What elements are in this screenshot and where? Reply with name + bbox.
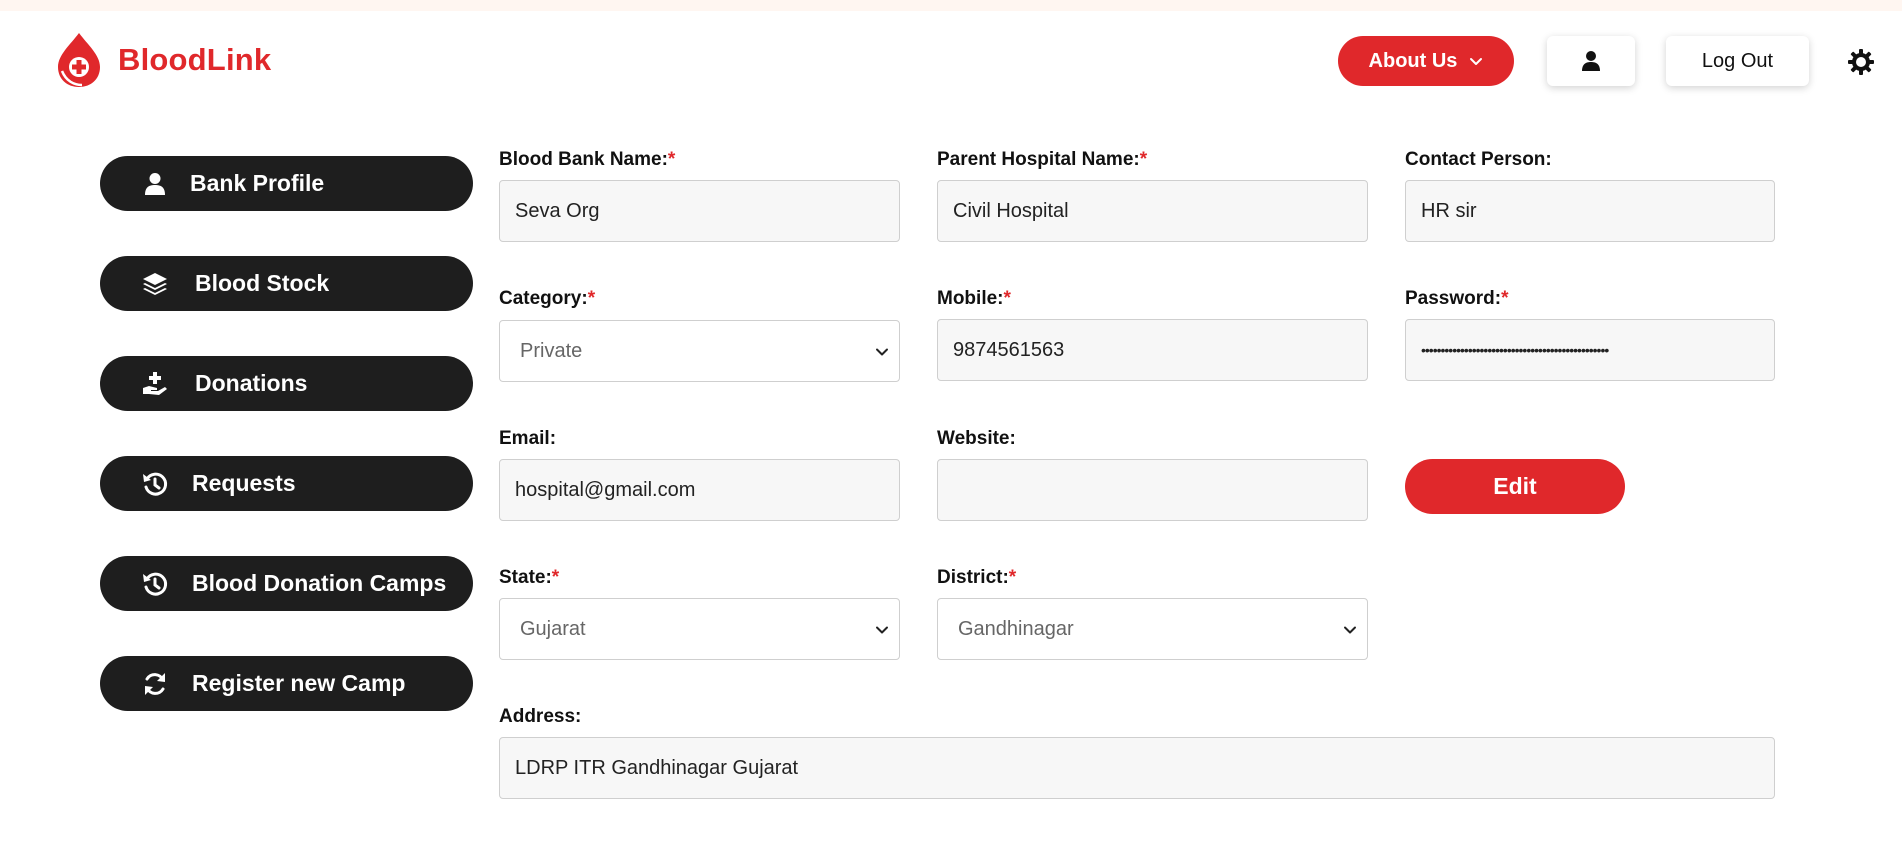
sidebar-item-blood-donation-camps[interactable]: Blood Donation Camps [100, 556, 473, 611]
theme-toggle-button[interactable] [1846, 47, 1876, 77]
sidebar-item-label: Bank Profile [190, 170, 325, 196]
password-field[interactable]: ••••••••••••••••••••••••••••••••••••••••… [1405, 319, 1775, 381]
state-select[interactable]: Gujarat [499, 598, 900, 660]
about-us-button[interactable]: About Us [1338, 36, 1514, 86]
chevron-down-icon [1344, 626, 1356, 634]
logout-label: Log Out [1701, 49, 1774, 72]
edit-button[interactable]: Edit [1405, 459, 1625, 514]
history-icon [142, 571, 168, 597]
header: BloodLink About Us Log Out [0, 11, 1902, 114]
district-label: District:* [937, 567, 1017, 588]
sun-icon [1848, 49, 1874, 75]
sidebar-item-bank-profile[interactable]: Bank Profile [100, 156, 473, 211]
contact-person-field[interactable]: HR sir [1405, 180, 1775, 242]
brand-name: BloodLink [118, 42, 272, 77]
sidebar-item-label: Blood Stock [195, 270, 330, 296]
sidebar-item-label: Register new Camp [192, 670, 406, 696]
hand-donate-icon [142, 371, 168, 397]
email-label: Email: [499, 428, 557, 449]
user-icon [142, 171, 168, 197]
bank-name-field[interactable]: Seva Org [499, 180, 900, 242]
email-field[interactable]: hospital@gmail.com [499, 459, 900, 521]
refresh-icon [142, 671, 168, 697]
logout-button[interactable]: Log Out [1666, 36, 1809, 86]
category-select[interactable]: Private [499, 320, 900, 382]
chevron-down-icon [1470, 58, 1483, 65]
website-label: Website: [937, 428, 1016, 449]
mobile-field[interactable]: 9874561563 [937, 319, 1368, 381]
chevron-down-icon [876, 348, 888, 356]
sidebar-item-label: Blood Donation Camps [192, 570, 447, 596]
state-label: State:* [499, 567, 560, 588]
profile-button[interactable] [1547, 36, 1635, 86]
chevron-down-icon [876, 626, 888, 634]
sidebar-item-blood-stock[interactable]: Blood Stock [100, 256, 473, 311]
contact-person-label: Contact Person: [1405, 149, 1552, 170]
bank-name-label: Blood Bank Name:* [499, 149, 676, 170]
sidebar-item-register-new-camp[interactable]: Register new Camp [100, 656, 473, 711]
address-label: Address: [499, 706, 582, 727]
category-label: Category:* [499, 288, 596, 309]
sidebar-item-donations[interactable]: Donations [100, 356, 473, 411]
mobile-label: Mobile:* [937, 288, 1011, 309]
parent-hospital-label: Parent Hospital Name:* [937, 149, 1148, 170]
blood-drop-logo-icon [58, 33, 100, 87]
website-field[interactable] [937, 459, 1368, 521]
user-icon [1582, 51, 1600, 71]
parent-hospital-field[interactable]: Civil Hospital [937, 180, 1368, 242]
logo[interactable]: BloodLink [52, 31, 271, 89]
sidebar-item-label: Donations [195, 370, 308, 396]
layers-icon [142, 271, 168, 297]
top-strip [0, 0, 1902, 11]
address-field[interactable]: LDRP ITR Gandhinagar Gujarat [499, 737, 1775, 799]
password-label: Password:* [1405, 288, 1509, 309]
about-us-label: About Us [1368, 49, 1458, 72]
sidebar-item-requests[interactable]: Requests [100, 456, 473, 511]
history-icon [142, 471, 168, 497]
district-select[interactable]: Gandhinagar [937, 598, 1368, 660]
sidebar-item-label: Requests [192, 470, 296, 496]
